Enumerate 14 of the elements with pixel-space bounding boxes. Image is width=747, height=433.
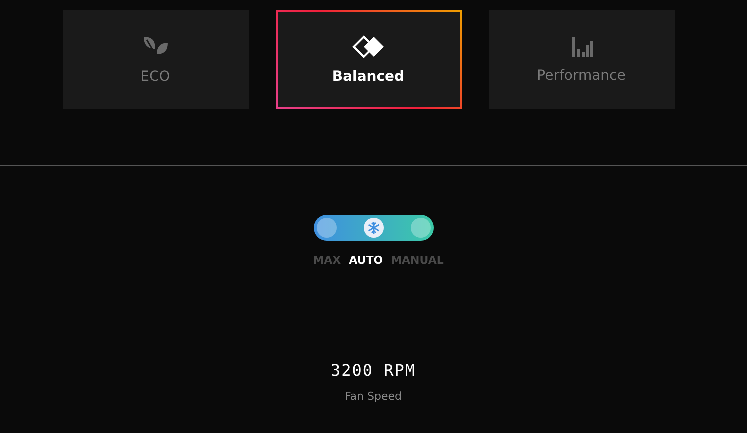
mode-label: Performance [537, 68, 626, 84]
fan-mode-option[interactable]: MANUAL [391, 254, 444, 267]
mode-card[interactable]: Performance [488, 10, 674, 109]
diamonds-icon [352, 34, 386, 58]
fan-mode-option[interactable]: AUTO [349, 254, 384, 267]
fan-mode-option[interactable]: MAX [313, 254, 342, 267]
mode-label: Balanced [332, 68, 405, 84]
mode-card[interactable]: ECO [62, 10, 248, 109]
fan-speed-label: Fan Speed [344, 390, 402, 403]
mode-label: ECO [140, 68, 170, 84]
mode-card[interactable]: Balanced [276, 10, 462, 109]
fan-speed-value: 3200 RPM [330, 361, 416, 380]
fan-mode-toggle[interactable] [314, 215, 434, 241]
bar-chart-icon [570, 36, 592, 58]
